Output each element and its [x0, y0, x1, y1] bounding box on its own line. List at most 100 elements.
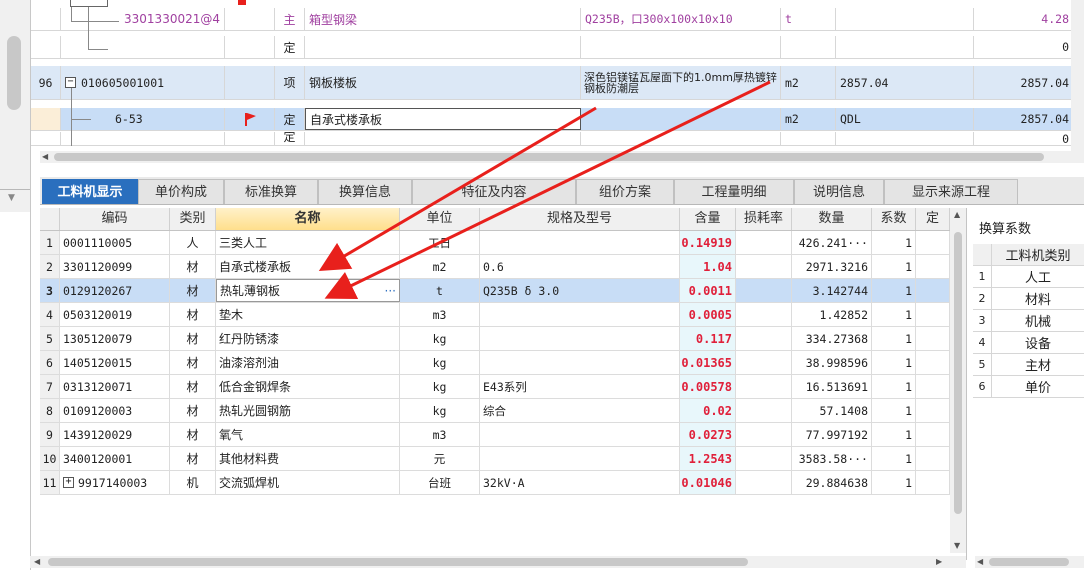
tab-labor-material-machine[interactable]: 工料机显示 — [42, 179, 138, 204]
tab-unit-price-composition[interactable]: 单价构成 — [138, 179, 224, 204]
header-coefficient[interactable]: 系数 — [872, 208, 916, 230]
expand-plus-box-icon[interactable]: + — [63, 477, 74, 488]
cell-quota — [916, 303, 950, 326]
upper-spec: Q235B，口300x100x10x10 — [581, 8, 781, 30]
cell-loss-rate — [736, 471, 792, 494]
cell-unit-text: 元 — [433, 451, 446, 466]
panel-item[interactable]: 2 材料 — [973, 288, 1084, 310]
upper-value: 2857.04 — [974, 108, 1074, 130]
cell-category-text: 材 — [186, 380, 199, 394]
cell-quota — [916, 447, 950, 470]
tab-pricing-scheme[interactable]: 组价方案 — [576, 179, 674, 204]
cell-coefficient: 1 — [872, 303, 916, 326]
header-content[interactable]: 含量 — [680, 208, 736, 230]
panel-item[interactable]: 5 主材 — [973, 354, 1084, 376]
cell-quantity: 3583.58··· — [792, 447, 872, 470]
panel-item[interactable]: 1 人工 — [973, 266, 1084, 288]
upper-horizontal-scrollbar[interactable]: ◀ — [40, 151, 1084, 163]
upper-row-main-material[interactable]: 3301330021@4 主 箱型钢梁 Q235B，口300x100x10x10… — [31, 8, 1084, 31]
upper-quantity: 2857.04 — [836, 66, 974, 99]
cell-category: 材 — [170, 303, 216, 326]
upper-name: 箱型钢梁 — [305, 8, 581, 30]
cell-content-text: 0.01365 — [681, 355, 732, 370]
table-row[interactable]: 5 1305120079 材 红丹防锈漆 kg 0.117 334.27368 1 — [40, 327, 950, 351]
cell-spec: E43系列 — [480, 375, 680, 398]
cell-spec-text: 32kV·A — [483, 475, 525, 490]
cell-name: 油漆溶剂油 — [216, 351, 400, 374]
cell-content-text: 0.0011 — [688, 283, 732, 298]
panel-item[interactable]: 3 机械 — [973, 310, 1084, 332]
upper-row-partial[interactable]: 定 0 — [31, 132, 1084, 146]
row-number: 1 — [40, 231, 60, 254]
header-category[interactable]: 类别 — [170, 208, 216, 230]
tab-conversion-info[interactable]: 换算信息 — [318, 179, 412, 204]
cell-code: 3400120001 — [60, 447, 170, 470]
cell-coefficient-text: 1 — [905, 451, 912, 466]
header-code[interactable]: 编码 — [60, 208, 170, 230]
cell-spec-text: E43系列 — [483, 379, 527, 394]
header-loss-rate[interactable]: 损耗率 — [736, 208, 792, 230]
scroll-down-arrow-icon[interactable]: ▼ — [8, 193, 15, 203]
cell-quantity-text: 334.27368 — [805, 331, 868, 346]
table-row[interactable]: 8 0109120003 材 热轧光圆钢筋 kg 综合 0.02 57.1408 1 — [40, 399, 950, 423]
cell-category-text: 材 — [186, 452, 199, 466]
upper-row-quota-empty[interactable]: 定 0 — [31, 36, 1084, 59]
table-row[interactable]: 1 0001110005 人 三类人工 工日 0.14919 426.241··· 1 — [40, 231, 950, 255]
table-row[interactable]: 7 0313120071 材 低合金钢焊条 kg E43系列 0.00578 16.51369… — [40, 375, 950, 399]
header-name[interactable]: 名称 — [216, 208, 400, 230]
table-row[interactable]: 4 0503120019 材 垫木 m3 0.0005 1.42852 1 — [40, 303, 950, 327]
upper-grid: 3301330021@4 主 箱型钢梁 Q235B，口300x100x10x10… — [0, 0, 1084, 160]
tab-quantity-details[interactable]: 工程量明细 — [674, 179, 794, 204]
lower-horizontal-scrollbar[interactable]: ◀ ▶ — [30, 556, 966, 568]
table-row[interactable]: 10 3400120001 材 其他材料费 元 1.2543 3583.58··· 1 — [40, 447, 950, 471]
cell-unit-text: 工日 — [428, 235, 451, 250]
lower-vertical-scrollbar[interactable]: ▲ ▼ — [950, 208, 966, 553]
cell-category-text: 材 — [186, 428, 199, 442]
cell-unit: m3 — [400, 423, 480, 446]
upper-name-edit-field[interactable]: 自承式楼承板 — [305, 108, 581, 130]
cell-name-text: 红丹防锈漆 — [219, 332, 280, 346]
tab-description-info[interactable]: 说明信息 — [794, 179, 884, 204]
table-row[interactable]: 11 +9917140003 机交流弧焊机 台班 32kV·A 0.01046 29.884… — [40, 471, 950, 495]
upper-row-quota-6-53[interactable]: 6-53 定 自承式楼承板 m2 QDL 2857.04 — [31, 108, 1084, 131]
cell-code-text: 0503120019 — [63, 307, 133, 322]
cell-quantity: 3.142744 — [792, 279, 872, 302]
tab-show-source-project[interactable]: 显示来源工程 — [884, 179, 1018, 204]
header-quota[interactable]: 定 — [916, 208, 950, 230]
table-row[interactable]: 2 3301120099 材 自承式楼承板 m2 0.6 1.04 2971.3216 1 — [40, 255, 950, 279]
tab-standard-conversion[interactable]: 标准换算 — [224, 179, 318, 204]
cell-name[interactable]: 热轧薄钢板 ··· — [216, 279, 400, 302]
upper-value: 4.28 — [974, 8, 1074, 30]
cell-coefficient: 1 — [872, 471, 916, 494]
cell-name-text: 交流弧焊机 — [219, 476, 280, 490]
row-number-text: 5 — [46, 331, 53, 346]
upper-unit: m2 — [781, 66, 836, 99]
lower-grid-header: 编码 类别 名称 单位 规格及型号 含量 损耗率 数量 系数 定 — [40, 208, 966, 231]
upper-row-item-96[interactable]: 96 − 010605001001 项 钢板楼板 深色铝镁锰瓦屋面下的1.0mm… — [31, 66, 1084, 100]
cell-code-text: 3400120001 — [63, 451, 133, 466]
collapse-minus-box-icon[interactable]: − — [65, 77, 76, 88]
cell-category-text: 材 — [186, 356, 199, 370]
cell-category-text: 材 — [186, 308, 199, 322]
table-row[interactable]: 9 1439120029 材 氧气 m3 0.0273 77.997192 1 — [40, 423, 950, 447]
cell-name: 三类人工 — [216, 231, 400, 254]
panel-horizontal-scrollbar[interactable]: ◀ — [975, 556, 1084, 568]
panel-item[interactable]: 4 设备 — [973, 332, 1084, 354]
panel-item[interactable]: 6 单价 — [973, 376, 1084, 398]
table-row[interactable]: 3 0129120267 材 热轧薄钢板 ··· t Q235B δ 3.0 0.0011 3.… — [40, 279, 950, 303]
ellipsis-icon[interactable]: ··· — [385, 284, 396, 298]
tab-features-content[interactable]: 特征及内容 — [412, 179, 576, 204]
table-row[interactable]: 6 1405120015 材 油漆溶剂油 kg 0.01365 38.998596 1 — [40, 351, 950, 375]
cell-unit: m3 — [400, 303, 480, 326]
row-number: 4 — [40, 303, 60, 326]
cell-coefficient: 1 — [872, 375, 916, 398]
cell-category-text: 材 — [186, 260, 199, 274]
cell-unit: t — [400, 279, 480, 302]
cell-coefficient: 1 — [872, 231, 916, 254]
header-quantity[interactable]: 数量 — [792, 208, 872, 230]
cell-category-text: 材 — [186, 404, 199, 418]
header-spec[interactable]: 规格及型号 — [480, 208, 680, 230]
row-number: 3 — [40, 279, 60, 302]
cell-code: 1405120015 — [60, 351, 170, 374]
header-unit[interactable]: 单位 — [400, 208, 480, 230]
